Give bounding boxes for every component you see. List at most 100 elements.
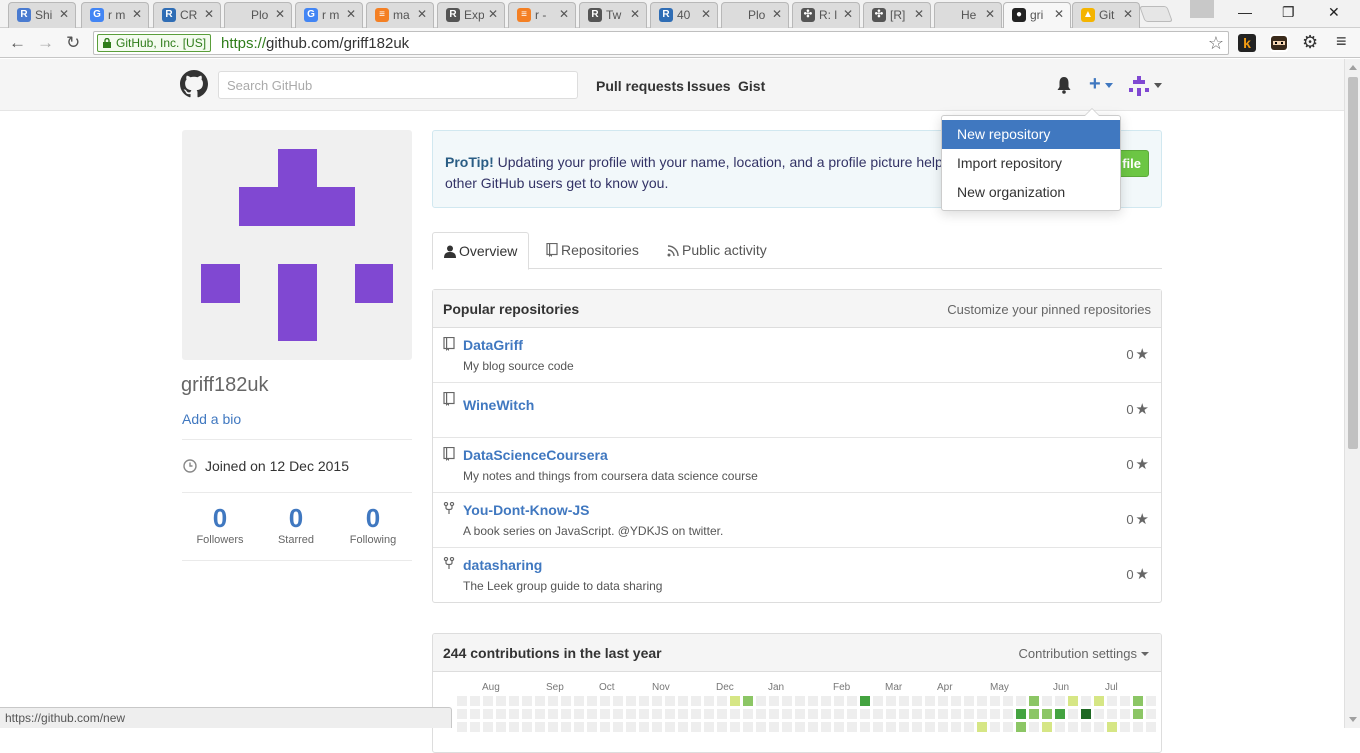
contribution-day-cell[interactable] <box>470 696 480 706</box>
browser-tab[interactable]: Gr m ✕ <box>295 2 363 28</box>
contribution-day-cell[interactable] <box>613 709 623 719</box>
contribution-day-cell[interactable] <box>1107 722 1117 732</box>
tab-close-icon[interactable]: ✕ <box>985 7 995 21</box>
contribution-day-cell[interactable] <box>1146 709 1156 719</box>
scroll-up-arrow-icon[interactable] <box>1349 65 1357 70</box>
tab-close-icon[interactable]: ✕ <box>132 7 142 21</box>
github-logo-icon[interactable] <box>180 70 208 98</box>
followers-stat[interactable]: 0 Followers <box>182 503 258 546</box>
contribution-day-cell[interactable] <box>1003 696 1013 706</box>
repo-name-link[interactable]: DataGriff <box>463 337 523 353</box>
gear-icon[interactable]: ⚙ <box>1302 32 1318 53</box>
contribution-day-cell[interactable] <box>704 709 714 719</box>
browser-tab[interactable]: Gr m ✕ <box>81 2 149 28</box>
contribution-day-cell[interactable] <box>522 709 532 719</box>
contribution-day-cell[interactable] <box>717 722 727 732</box>
contribution-day-cell[interactable] <box>730 709 740 719</box>
extension-k-icon[interactable]: k <box>1238 34 1256 52</box>
scrollbar-thumb[interactable] <box>1348 77 1358 449</box>
tab-close-icon[interactable]: ✕ <box>630 7 640 21</box>
contribution-day-cell[interactable] <box>964 709 974 719</box>
contribution-day-cell[interactable] <box>1081 709 1091 719</box>
contribution-day-cell[interactable] <box>652 709 662 719</box>
contribution-day-cell[interactable] <box>977 696 987 706</box>
contribution-day-cell[interactable] <box>769 696 779 706</box>
maximize-button[interactable]: ❐ <box>1282 4 1295 21</box>
contribution-day-cell[interactable] <box>691 709 701 719</box>
contribution-day-cell[interactable] <box>899 696 909 706</box>
secure-connection-badge[interactable]: GitHub, Inc. [US] <box>97 34 212 52</box>
contribution-day-cell[interactable] <box>1042 696 1052 706</box>
browser-tab[interactable]: ✣ [R] ✕ <box>863 2 931 28</box>
browser-tab[interactable]: Plo ✕ <box>721 2 789 28</box>
contribution-day-cell[interactable] <box>743 722 753 732</box>
contribution-day-cell[interactable] <box>561 722 571 732</box>
browser-tab[interactable]: R Exp ✕ <box>437 2 505 28</box>
contribution-day-cell[interactable] <box>457 709 467 719</box>
contribution-day-cell[interactable] <box>665 696 675 706</box>
user-avatar-menu[interactable] <box>1129 76 1149 96</box>
contribution-day-cell[interactable] <box>964 722 974 732</box>
contribution-day-cell[interactable] <box>613 722 623 732</box>
contribution-day-cell[interactable] <box>1055 696 1065 706</box>
contribution-day-cell[interactable] <box>899 709 909 719</box>
repo-star-count[interactable]: 0 ★ <box>1126 565 1149 583</box>
contribution-day-cell[interactable] <box>951 709 961 719</box>
contribution-day-cell[interactable] <box>756 709 766 719</box>
contribution-day-cell[interactable] <box>1016 709 1026 719</box>
scroll-down-arrow-icon[interactable] <box>1349 717 1357 722</box>
tab-close-icon[interactable]: ✕ <box>204 7 214 21</box>
contribution-day-cell[interactable] <box>1094 696 1104 706</box>
contribution-day-cell[interactable] <box>496 696 506 706</box>
contribution-day-cell[interactable] <box>743 696 753 706</box>
contribution-day-cell[interactable] <box>951 722 961 732</box>
contribution-day-cell[interactable] <box>925 696 935 706</box>
tab-close-icon[interactable]: ✕ <box>914 7 924 21</box>
contribution-day-cell[interactable] <box>1120 696 1130 706</box>
contribution-day-cell[interactable] <box>665 722 675 732</box>
contribution-day-cell[interactable] <box>496 709 506 719</box>
contribution-day-cell[interactable] <box>717 709 727 719</box>
page-scrollbar[interactable] <box>1344 59 1360 728</box>
contribution-day-cell[interactable] <box>483 696 493 706</box>
repo-star-count[interactable]: 0 ★ <box>1126 400 1149 418</box>
contribution-day-cell[interactable] <box>704 722 714 732</box>
contribution-day-cell[interactable] <box>704 696 714 706</box>
contribution-day-cell[interactable] <box>873 696 883 706</box>
repo-star-count[interactable]: 0 ★ <box>1126 510 1149 528</box>
contribution-day-cell[interactable] <box>808 696 818 706</box>
nav-gist[interactable]: Gist <box>738 78 765 94</box>
contribution-day-cell[interactable] <box>1029 722 1039 732</box>
contribution-day-cell[interactable] <box>860 722 870 732</box>
contribution-day-cell[interactable] <box>1094 722 1104 732</box>
contribution-day-cell[interactable] <box>795 722 805 732</box>
contribution-day-cell[interactable] <box>470 709 480 719</box>
browser-tab[interactable]: Plo ✕ <box>224 2 292 28</box>
contribution-day-cell[interactable] <box>587 709 597 719</box>
contribution-day-cell[interactable] <box>1120 709 1130 719</box>
contribution-day-cell[interactable] <box>808 722 818 732</box>
contribution-day-cell[interactable] <box>834 709 844 719</box>
repo-name-link[interactable]: WineWitch <box>463 397 534 413</box>
contribution-day-cell[interactable] <box>639 722 649 732</box>
contribution-day-cell[interactable] <box>782 722 792 732</box>
contribution-day-cell[interactable] <box>561 696 571 706</box>
contribution-day-cell[interactable] <box>990 709 1000 719</box>
starred-stat[interactable]: 0 Starred <box>258 503 334 546</box>
tab-close-icon[interactable]: ✕ <box>559 7 569 21</box>
contribution-day-cell[interactable] <box>886 709 896 719</box>
tab-close-icon[interactable]: ✕ <box>488 7 498 21</box>
contribution-day-cell[interactable] <box>756 722 766 732</box>
repo-name-link[interactable]: You-Dont-Know-JS <box>463 502 590 518</box>
contribution-day-cell[interactable] <box>756 696 766 706</box>
contribution-day-cell[interactable] <box>1133 696 1143 706</box>
contribution-day-cell[interactable] <box>483 709 493 719</box>
contribution-day-cell[interactable] <box>548 722 558 732</box>
reload-icon[interactable]: ↻ <box>66 33 80 53</box>
contribution-day-cell[interactable] <box>860 709 870 719</box>
contribution-day-cell[interactable] <box>639 709 649 719</box>
contribution-day-cell[interactable] <box>1029 709 1039 719</box>
repo-star-count[interactable]: 0 ★ <box>1126 345 1149 363</box>
tab-close-icon[interactable]: ✕ <box>1054 7 1064 21</box>
contribution-day-cell[interactable] <box>652 722 662 732</box>
